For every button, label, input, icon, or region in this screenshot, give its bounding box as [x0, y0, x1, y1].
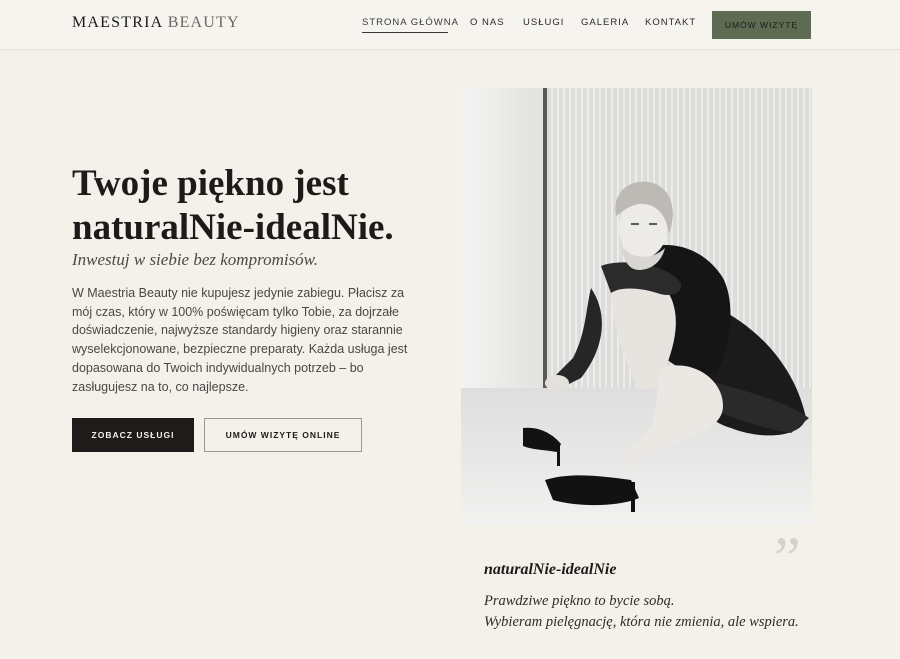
nav-item-services[interactable]: USŁUGI	[523, 17, 564, 28]
hero-title-line2: naturalNie-idealNie.	[72, 207, 394, 248]
hero-photo	[461, 88, 812, 525]
quote-line-1: Prawdziwe piękno to bycie sobą.	[484, 593, 675, 609]
book-online-button[interactable]: UMÓW WIZYTĘ ONLINE	[204, 418, 362, 452]
book-appointment-button[interactable]: UMÓW WIZYTĘ	[712, 11, 811, 39]
nav-item-about[interactable]: O NAS	[470, 17, 505, 28]
woman-portrait-image	[461, 88, 812, 525]
quote-mark-icon: ”	[774, 525, 801, 591]
hero-description: W Maestria Beauty nie kupujesz jedynie z…	[72, 286, 408, 394]
nav-item-contact[interactable]: KONTAKT	[645, 17, 696, 28]
brand-name-part2: BEAUTY	[167, 14, 240, 31]
brand-logo[interactable]: MAESTRIA BEAUTY	[72, 14, 240, 32]
site-header: MAESTRIA BEAUTY STRONA GŁÓWNA O NAS USŁU…	[0, 0, 900, 50]
hero-subtitle: Inwestuj w siebie bez kompromisów.	[72, 250, 319, 269]
hero-title: Twoje piękno jest naturalNie-idealNie.	[72, 162, 432, 250]
nav-active-indicator	[362, 32, 448, 33]
quote-line-2: Wybieram pielęgnację, która nie zmienia,…	[484, 614, 799, 630]
see-services-button[interactable]: ZOBACZ USŁUGI	[72, 418, 194, 452]
hero-title-line1: Twoje piękno jest	[72, 163, 349, 204]
brand-name-part1: MAESTRIA	[72, 14, 163, 31]
nav-item-gallery[interactable]: GALERIA	[581, 17, 629, 28]
quote-title: naturalNie-idealNie	[484, 561, 617, 578]
nav-item-home[interactable]: STRONA GŁÓWNA	[362, 17, 459, 28]
